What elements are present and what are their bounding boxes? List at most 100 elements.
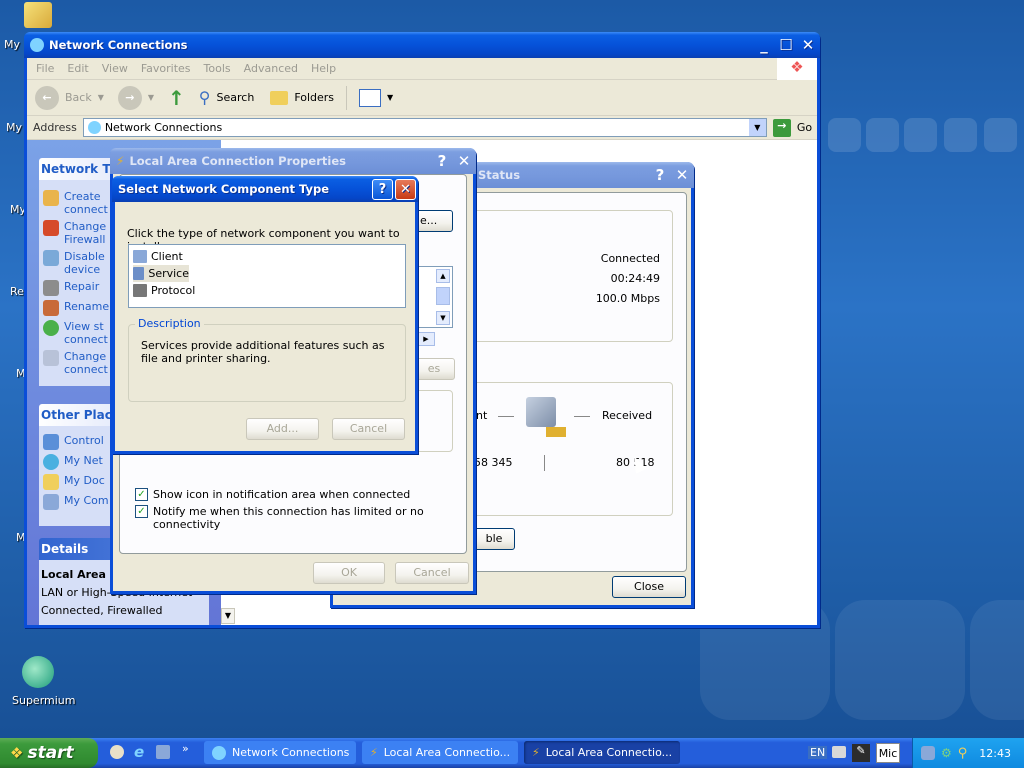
close-button[interactable]: Close (612, 576, 686, 598)
list-item-service[interactable]: Service (133, 265, 189, 282)
title-bar[interactable]: Network Connections _ ☐ ✕ (24, 32, 820, 58)
list-item-protocol[interactable]: Protocol (133, 282, 401, 299)
language-indicator[interactable]: EN (808, 746, 828, 759)
place-my-computer[interactable]: My Com (43, 494, 109, 510)
place-my-documents[interactable]: My Doc (43, 474, 105, 490)
search-icon[interactable]: ⚲ (958, 746, 968, 761)
scroll-down-icon[interactable]: ▼ (436, 311, 450, 325)
minimize-icon[interactable]: _ (754, 35, 774, 56)
go-arrow-icon[interactable]: → (772, 118, 791, 137)
add-button[interactable]: Add... (246, 418, 319, 440)
pen-icon[interactable]: ✎ (852, 744, 870, 762)
close-icon[interactable]: ✕ (454, 151, 474, 172)
close-icon[interactable]: ✕ (672, 165, 692, 186)
folders-icon[interactable] (270, 90, 289, 105)
task-change-firewall[interactable]: Change Firewall (43, 220, 106, 246)
address-input[interactable]: Network Connections ▼ (82, 118, 767, 137)
chevron-right-icon[interactable]: » (182, 742, 189, 755)
task-view-status[interactable]: View st connect (43, 320, 108, 346)
help-icon[interactable]: ? (432, 151, 452, 172)
notify-checkbox[interactable]: ✓ (135, 505, 148, 518)
back-label[interactable]: Back (65, 91, 92, 104)
component-list[interactable]: ▲ ▼ (417, 266, 453, 328)
ie-icon[interactable]: e (134, 743, 144, 761)
title-bar[interactable]: ⚡ Local Area Connection Properties ? ✕ (110, 148, 476, 174)
list-item-client[interactable]: Client (133, 248, 401, 265)
task-create-connection[interactable]: Create connect (43, 190, 108, 216)
menu-file[interactable]: File (36, 62, 54, 75)
connection-speed: 100.0 Mbps (595, 292, 660, 305)
scroll-up-icon[interactable]: ▲ (436, 269, 450, 283)
back-arrow-icon[interactable]: ← (35, 85, 59, 110)
menu-favorites[interactable]: Favorites (141, 62, 191, 75)
scroll-thumb[interactable] (436, 287, 450, 305)
search-icon[interactable]: ⚲ (199, 88, 211, 107)
desktop-icon-label[interactable]: Re (10, 285, 24, 298)
views-icon[interactable] (359, 88, 382, 107)
up-folder-icon[interactable]: ↑ (168, 86, 185, 110)
task-local-area-2[interactable]: ⚡ Local Area Connectio... (524, 741, 680, 764)
help-icon[interactable]: ? (372, 178, 393, 200)
place-my-network[interactable]: My Net (43, 454, 103, 470)
connection-status: Connected (600, 252, 660, 265)
ok-button[interactable]: OK (313, 562, 385, 584)
desktop-deco (904, 118, 937, 152)
window-title: Local Area Connection Properties (129, 154, 346, 168)
select-component-dialog[interactable]: Select Network Component Type ? ✕ Click … (112, 176, 418, 454)
task-repair[interactable]: Repair (43, 280, 99, 296)
desktop-icon-label[interactable]: My (6, 121, 22, 134)
desktop-icon-label[interactable]: Supermium (12, 694, 76, 707)
go-button[interactable]: Go (797, 121, 812, 134)
help-icon[interactable]: ? (650, 165, 670, 186)
folders-button[interactable]: Folders (294, 91, 334, 104)
supermium-icon[interactable] (22, 656, 54, 688)
task-local-area-1[interactable]: ⚡ Local Area Connectio... (362, 741, 518, 764)
forward-arrow-icon[interactable]: → (117, 85, 142, 110)
scroll-right-icon[interactable]: ▶ (417, 332, 435, 346)
component-type-list[interactable]: Client Service Protocol (128, 244, 406, 308)
task-label: Repair (64, 280, 100, 293)
close-icon[interactable]: ✕ (798, 35, 818, 56)
maximize-icon[interactable]: ☐ (776, 35, 796, 56)
task-label: device (64, 263, 101, 276)
scroll-down-icon[interactable]: ▼ (221, 608, 235, 624)
chevron-down-icon[interactable]: ▼ (148, 93, 154, 102)
connection-group: Connected 00:24:49 100.0 Mbps (473, 210, 673, 342)
connection-duration: 00:24:49 (610, 272, 660, 285)
place-control-panel[interactable]: Control (43, 434, 104, 450)
menu-tools[interactable]: Tools (204, 62, 231, 75)
folder-icon[interactable] (24, 2, 52, 28)
show-icon-label: Show icon in notification area when conn… (153, 488, 411, 501)
quicklaunch-icon[interactable] (156, 745, 170, 759)
task-change-settings[interactable]: Change connect (43, 350, 108, 376)
security-icon[interactable]: ⚙ (941, 746, 952, 760)
menu-help[interactable]: Help (311, 62, 336, 75)
disable-button[interactable]: ble (473, 528, 515, 550)
task-rename[interactable]: Rename (43, 300, 109, 316)
start-label: start (27, 743, 74, 763)
menu-view[interactable]: View (102, 62, 128, 75)
chevron-down-icon[interactable]: ▼ (387, 93, 393, 102)
keyboard-icon[interactable] (832, 746, 846, 758)
client-icon (133, 250, 147, 263)
mic-indicator[interactable]: Mic (876, 743, 900, 763)
globe-icon (43, 454, 59, 470)
chevron-down-icon[interactable]: ▼ (98, 93, 104, 102)
search-button[interactable]: Search (217, 91, 255, 104)
network-tray-icon[interactable] (921, 746, 935, 760)
cancel-button[interactable]: Cancel (395, 562, 469, 584)
properties-button[interactable]: es (413, 358, 455, 380)
chevron-down-icon[interactable]: ▼ (748, 119, 766, 136)
start-button[interactable]: ❖ start (0, 738, 98, 768)
task-network-connections[interactable]: Network Connections (204, 741, 356, 764)
title-bar[interactable]: Select Network Component Type ? ✕ (112, 176, 418, 202)
close-icon[interactable]: ✕ (395, 178, 416, 200)
task-disable-device[interactable]: Disable device (43, 250, 105, 276)
quicklaunch-icon[interactable] (110, 745, 124, 759)
menu-edit[interactable]: Edit (67, 62, 88, 75)
show-icon-checkbox[interactable]: ✓ (135, 488, 148, 501)
cancel-button[interactable]: Cancel (332, 418, 405, 440)
clock[interactable]: 12:43 (979, 747, 1011, 760)
menu-advanced[interactable]: Advanced (244, 62, 298, 75)
details-status: Connected, Firewalled (41, 604, 163, 617)
